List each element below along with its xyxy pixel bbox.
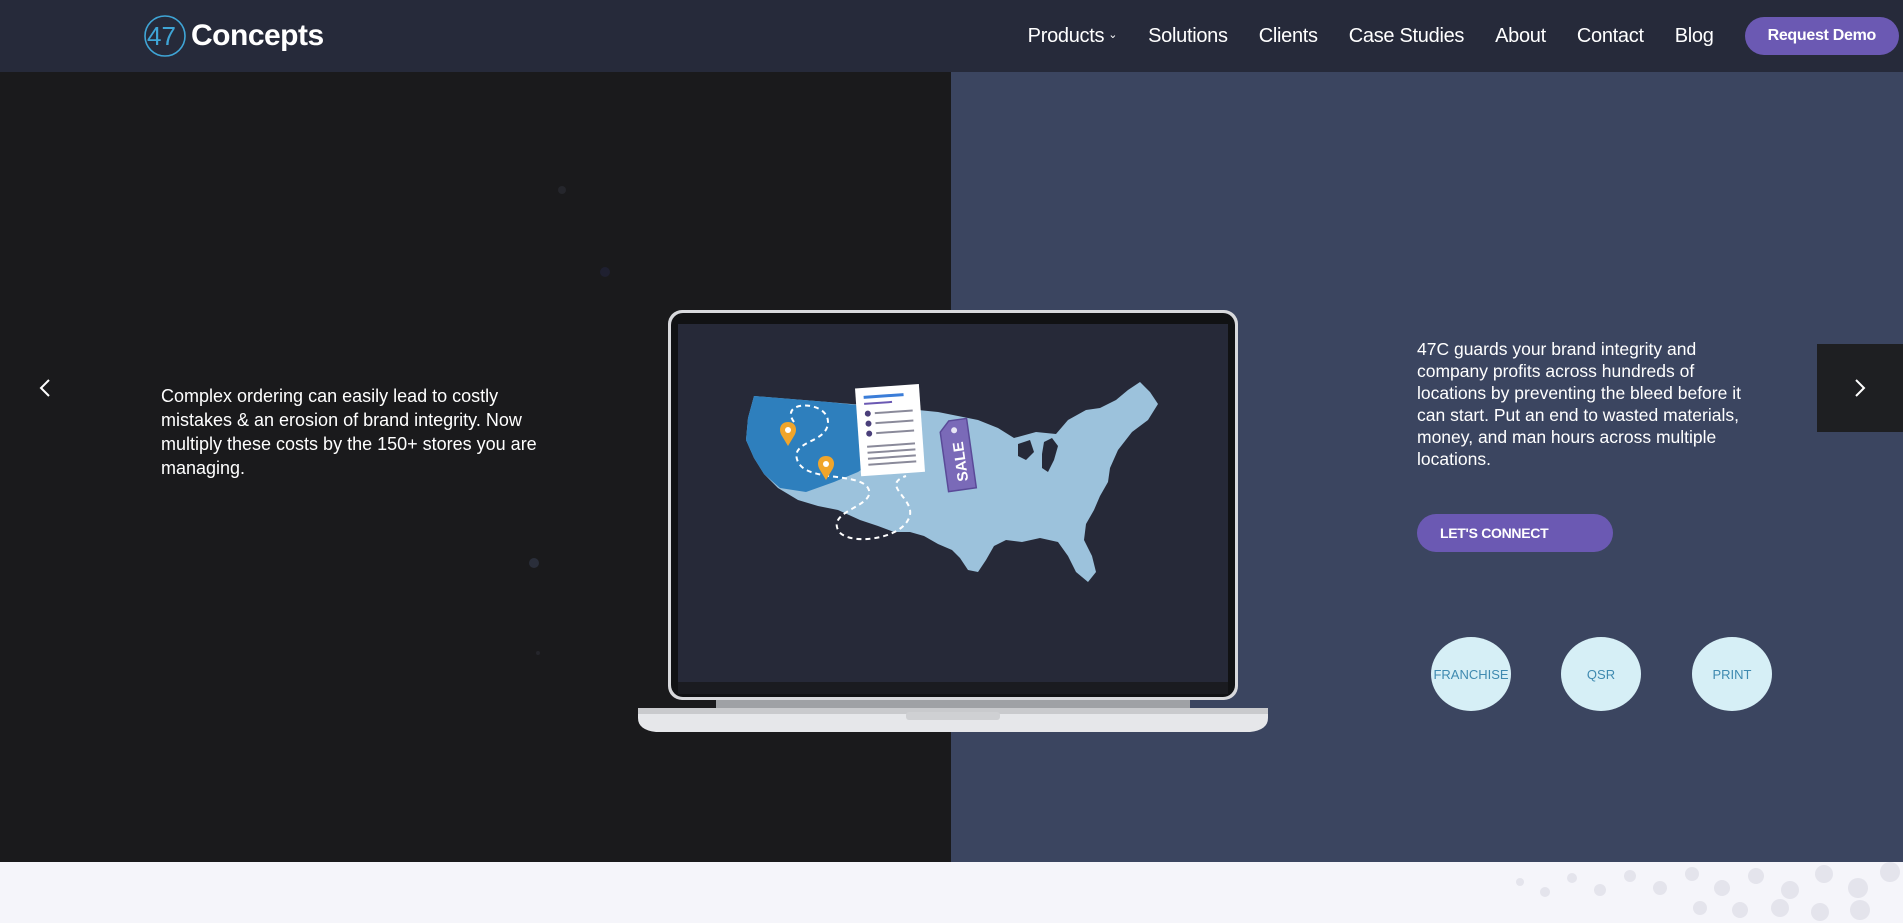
nav-solutions[interactable]: Solutions	[1148, 25, 1228, 48]
site-header: 47 Concepts Products ⌄ Solutions Clients…	[0, 0, 1903, 72]
qsr-circle-button[interactable]: QSR	[1561, 637, 1641, 711]
chevron-left-icon	[39, 379, 50, 397]
brand-logo[interactable]: 47 Concepts	[143, 10, 324, 62]
lets-connect-button[interactable]: LET'S CONNECT	[1417, 514, 1613, 552]
chevron-right-icon	[1855, 379, 1866, 397]
svg-text:47: 47	[147, 21, 176, 51]
brand-name: Concepts	[191, 19, 324, 52]
franchise-circle-button[interactable]: FRANCHISE	[1431, 637, 1511, 711]
nav-clients[interactable]: Clients	[1259, 25, 1318, 48]
nav-contact[interactable]: Contact	[1577, 25, 1644, 48]
decorative-dot-pattern	[1516, 862, 1900, 921]
chevron-down-icon: ⌄	[1108, 29, 1118, 41]
print-circle-button[interactable]: PRINT	[1692, 637, 1772, 711]
nav-products[interactable]: Products ⌄	[1027, 24, 1118, 48]
main-nav: Products ⌄ Solutions Clients Case Studie…	[1028, 0, 1903, 72]
hero-left-copy: Complex ordering can easily lead to cost…	[161, 386, 537, 478]
nav-case-studies[interactable]: Case Studies	[1349, 25, 1465, 48]
slider-next-button[interactable]	[1817, 344, 1903, 432]
hero-right-copy: 47C guards your brand integrity and comp…	[1417, 339, 1741, 469]
slider-prev-button[interactable]	[30, 370, 60, 406]
request-demo-button[interactable]: Request Demo	[1744, 17, 1899, 55]
laptop-map-illustration: SALE	[638, 310, 1268, 732]
nav-about[interactable]: About	[1495, 25, 1546, 48]
hero-slider: Complex ordering can easily lead to cost…	[0, 72, 1903, 862]
next-section-top	[0, 862, 1903, 923]
logo-mark-icon: 47	[144, 15, 186, 57]
nav-blog[interactable]: Blog	[1675, 25, 1714, 48]
nav-products-label: Products	[1027, 24, 1105, 47]
